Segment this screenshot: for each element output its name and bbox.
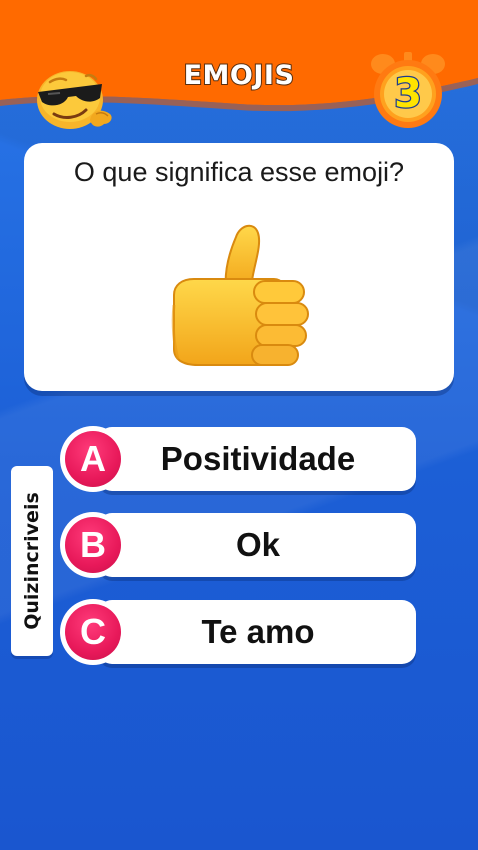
answer-option-c[interactable]: Te amo C — [60, 599, 418, 666]
answer-label[interactable]: Te amo — [98, 600, 418, 664]
timer-value: 3 — [393, 70, 423, 119]
answer-option-b[interactable]: Ok B — [60, 512, 418, 579]
answer-label[interactable]: Positividade — [98, 427, 418, 491]
answer-option-a[interactable]: Positividade A — [60, 426, 418, 493]
answer-letter: A — [65, 431, 121, 487]
thumbs-up-icon — [164, 215, 314, 371]
question-card: O que significa esse emoji? — [24, 143, 454, 391]
answer-label[interactable]: Ok — [98, 513, 418, 577]
cool-sunglasses-emoji-icon — [30, 70, 116, 132]
answer-badge[interactable]: A — [60, 426, 126, 492]
answer-letter: B — [65, 517, 121, 573]
answer-badge[interactable]: C — [60, 599, 126, 665]
channel-tag: Quizincriveis — [11, 466, 53, 656]
answer-letter: C — [65, 604, 121, 660]
timer-clock-icon: 3 — [368, 48, 448, 132]
channel-tag-text: Quizincriveis — [21, 492, 43, 630]
answer-badge[interactable]: B — [60, 512, 126, 578]
question-text: O que significa esse emoji? — [73, 157, 405, 187]
